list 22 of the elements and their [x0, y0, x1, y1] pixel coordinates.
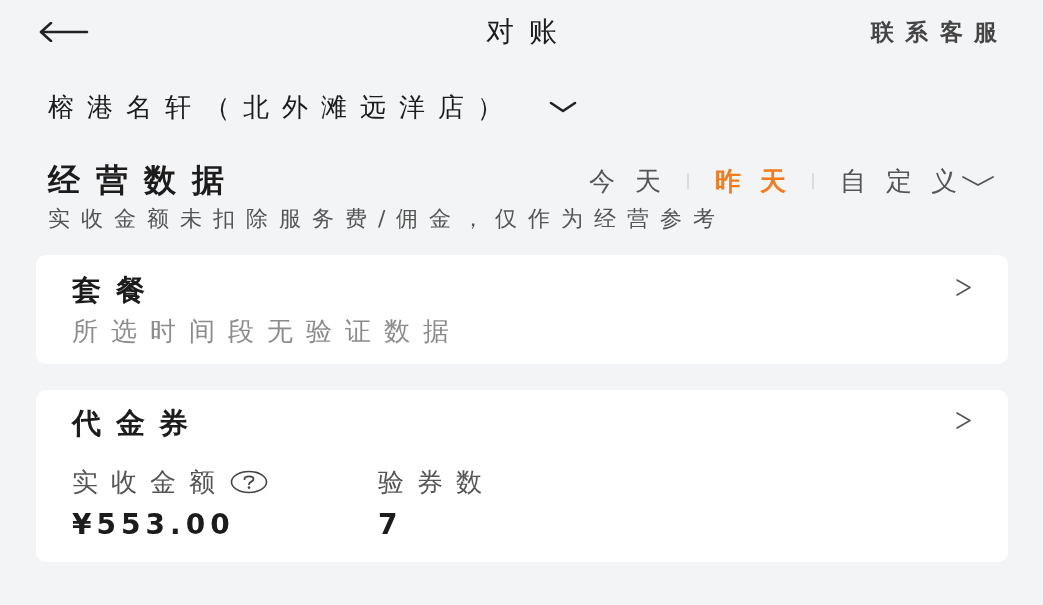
metric-label: 验券数 — [378, 465, 495, 499]
note-text: 实收金额未扣除服务费/佣金，仅作为经营参考 — [48, 206, 727, 231]
empty-message: 所选时间段无验证数据 — [72, 316, 462, 346]
back-arrow-icon[interactable] — [39, 22, 89, 42]
period-tab[interactable]: 今天 — [589, 163, 661, 199]
chevron-right-icon[interactable] — [955, 278, 972, 297]
chevron-right-icon[interactable] — [955, 411, 972, 430]
chevron-down-icon — [961, 175, 995, 187]
card-title: 代金券 — [72, 405, 203, 442]
period-tab[interactable]: 自定义 — [840, 163, 995, 199]
page-title: 对账 — [485, 14, 573, 50]
metric-value: ¥553.00 — [72, 507, 235, 543]
card-title: 套餐 — [72, 272, 159, 309]
store-selector[interactable]: 榕港名轩（北外滩远洋店） — [48, 89, 516, 125]
metric-value: 7 — [378, 507, 403, 543]
summary-card[interactable]: 套餐 所选时间段无验证数据 — [36, 255, 1008, 364]
section-title: 经营数据 — [48, 160, 240, 201]
chevron-down-icon[interactable] — [549, 101, 577, 113]
summary-card[interactable]: 代金券 实收金额 ¥553.00 验券数 7 — [36, 390, 1008, 562]
help-icon[interactable] — [230, 470, 268, 494]
contact-service-link[interactable]: 联系客服 — [870, 16, 1009, 48]
metric-label: 实收金额 — [72, 465, 228, 499]
